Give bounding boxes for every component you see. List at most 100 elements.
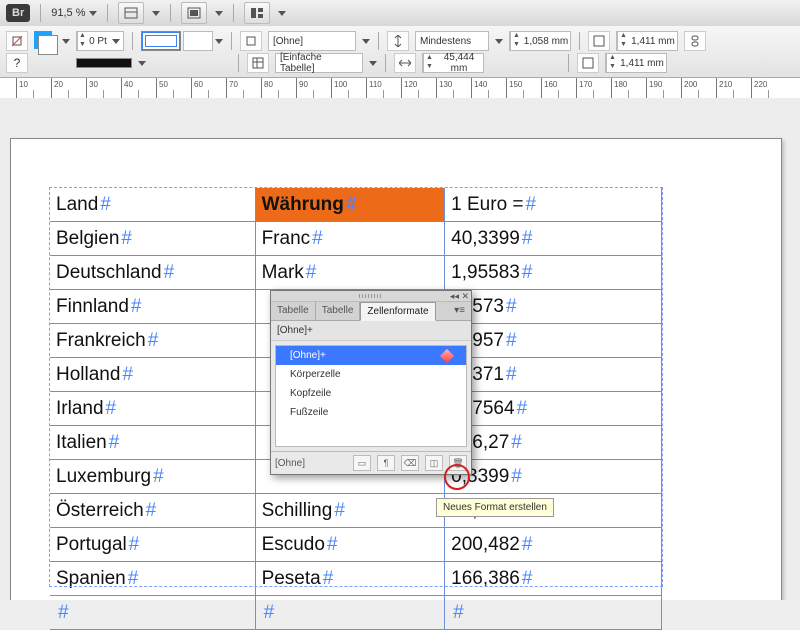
table-cell[interactable]: 0,3399#: [445, 460, 662, 493]
stroke-preview[interactable]: [76, 58, 132, 68]
table-cell[interactable]: #: [256, 596, 446, 629]
table-cell[interactable]: 40,3399#: [445, 222, 662, 255]
table-row: ###: [50, 596, 662, 630]
collapse-icon[interactable]: ◂◂ ✕: [450, 291, 469, 302]
footer-label: [Ohne]: [275, 458, 347, 469]
ruler-tick: 50: [156, 78, 157, 98]
stroke-weight-value: 0 Pt: [87, 36, 109, 47]
tab-zellenformate[interactable]: Zellenformate: [360, 302, 435, 321]
trash-icon[interactable]: 🗑: [449, 455, 467, 471]
table-cell[interactable]: Irland#: [50, 392, 256, 425]
table-cell[interactable]: 036,27#: [445, 426, 662, 459]
ruler-tick: 210: [716, 78, 717, 98]
table-cell[interactable]: Holland#: [50, 358, 256, 391]
fill-swatch[interactable]: [34, 31, 56, 51]
panel-dragbar[interactable]: ◂◂ ✕: [271, 291, 471, 302]
view-options-button[interactable]: [118, 2, 144, 24]
step-up-icon[interactable]: ▲: [77, 32, 87, 41]
table-cell[interactable]: Italien#: [50, 426, 256, 459]
link-icon[interactable]: [684, 31, 706, 51]
table-cell[interactable]: 166,386#: [445, 562, 662, 595]
zoom-dropdown[interactable]: 91,5 %: [51, 7, 97, 19]
inset-top-field[interactable]: ▲▼1,411 mm: [616, 31, 678, 51]
table-cell[interactable]: Währung#: [256, 188, 446, 221]
chevron-down-icon: [89, 11, 97, 16]
table-cell[interactable]: Belgien#: [50, 222, 256, 255]
table-cell[interactable]: #: [50, 596, 256, 629]
table-cell[interactable]: 1 Euro =#: [445, 188, 662, 221]
table-cell[interactable]: 94573#: [445, 290, 662, 323]
table-cell[interactable]: 787564#: [445, 392, 662, 425]
table-cell[interactable]: Spanien#: [50, 562, 256, 595]
inset-bottom-field[interactable]: ▲▼1,411 mm: [605, 53, 667, 73]
ruler-tick: 10: [16, 78, 17, 98]
current-format-label: [Ohne]+: [271, 321, 471, 341]
panel-footer: [Ohne] ▭ ¶ ⌫ ◫ 🗑: [271, 451, 471, 474]
chevron-down-icon[interactable]: [62, 39, 70, 44]
chevron-down-icon[interactable]: [362, 39, 370, 44]
divider: [107, 4, 108, 22]
table-cell[interactable]: Portugal#: [50, 528, 256, 561]
format-list-item[interactable]: [Ohne]+: [276, 346, 466, 365]
ruler-tick: 80: [261, 78, 262, 98]
format-list-item[interactable]: Körperzelle: [276, 365, 466, 384]
divider: [385, 54, 386, 72]
table-cell[interactable]: Franc#: [256, 222, 446, 255]
new-format-icon[interactable]: ◫: [425, 455, 443, 471]
table-cell[interactable]: Luxemburg#: [50, 460, 256, 493]
row-height-field[interactable]: ▲▼1,058 mm: [509, 31, 571, 51]
table-cell[interactable]: #: [445, 596, 662, 629]
tab-tabelle-1[interactable]: Tabelle: [271, 302, 316, 320]
table-style-dropdown[interactable]: [Einfache Tabelle]: [275, 53, 363, 73]
table-cell[interactable]: Land#: [50, 188, 256, 221]
table-cell[interactable]: Escudo#: [256, 528, 446, 561]
step-down-icon[interactable]: ▼: [77, 41, 87, 50]
col-width-field[interactable]: ▲▼45,444 mm: [422, 53, 484, 73]
format-list-item[interactable]: Fußzeile: [276, 403, 466, 422]
table-cell[interactable]: Frankreich#: [50, 324, 256, 357]
tab-tabelle-2[interactable]: Tabelle: [316, 302, 361, 320]
panel-menu-icon[interactable]: ▾≡: [448, 302, 471, 320]
arrange-button[interactable]: [244, 2, 270, 24]
chevron-down-icon[interactable]: [152, 11, 160, 16]
ruler-tick: 100: [331, 78, 332, 98]
table-cell[interactable]: 20371#: [445, 358, 662, 391]
ruler-tick: 30: [86, 78, 87, 98]
ruler-tick: 70: [226, 78, 227, 98]
border-style-dropdown[interactable]: [141, 31, 223, 51]
ruler-tick: 130: [436, 78, 437, 98]
cell-formats-panel[interactable]: ◂◂ ✕ Tabelle Tabelle Zellenformate ▾≡ [O…: [270, 290, 472, 475]
app-top-toolbar: Br 91,5 %: [0, 0, 800, 27]
format-list-item[interactable]: Kopfzeile: [276, 384, 466, 403]
row-height-mode[interactable]: Mindestens: [415, 31, 489, 51]
format-list[interactable]: [Ohne]+KörperzelleKopfzeileFußzeile: [275, 345, 467, 447]
ruler-tick: 170: [576, 78, 577, 98]
screen-mode-button[interactable]: [181, 2, 207, 24]
divider: [233, 4, 234, 22]
new-group-icon[interactable]: ▭: [353, 455, 371, 471]
table-cell[interactable]: Deutschland#: [50, 256, 256, 289]
table-cell[interactable]: Mark#: [256, 256, 446, 289]
table-cell[interactable]: Österreich#: [50, 494, 256, 527]
divider: [579, 32, 580, 50]
cell-style-dropdown[interactable]: [Ohne]: [268, 31, 356, 51]
chevron-down-icon[interactable]: [215, 11, 223, 16]
ruler-tick: 150: [506, 78, 507, 98]
chevron-down-icon[interactable]: [495, 39, 503, 44]
table-cell[interactable]: Schilling#: [256, 494, 446, 527]
chevron-down-icon[interactable]: [369, 61, 377, 66]
table-cell[interactable]: Finnland#: [50, 290, 256, 323]
table-cell[interactable]: 1,95583#: [445, 256, 662, 289]
style-icon[interactable]: ¶: [377, 455, 395, 471]
help-icon[interactable]: ?: [6, 53, 28, 73]
table-cell[interactable]: Peseta#: [256, 562, 446, 595]
table-cell[interactable]: 55957#: [445, 324, 662, 357]
chevron-down-icon[interactable]: [112, 39, 120, 44]
clear-override-icon[interactable]: ⌫: [401, 455, 419, 471]
chevron-down-icon[interactable]: [138, 61, 146, 66]
chevron-down-icon[interactable]: [278, 11, 286, 16]
bridge-badge[interactable]: Br: [6, 4, 30, 22]
table-cell[interactable]: 200,482#: [445, 528, 662, 561]
selection-icon[interactable]: [6, 31, 28, 51]
stroke-weight-field[interactable]: ▲▼ 0 Pt: [76, 31, 124, 51]
